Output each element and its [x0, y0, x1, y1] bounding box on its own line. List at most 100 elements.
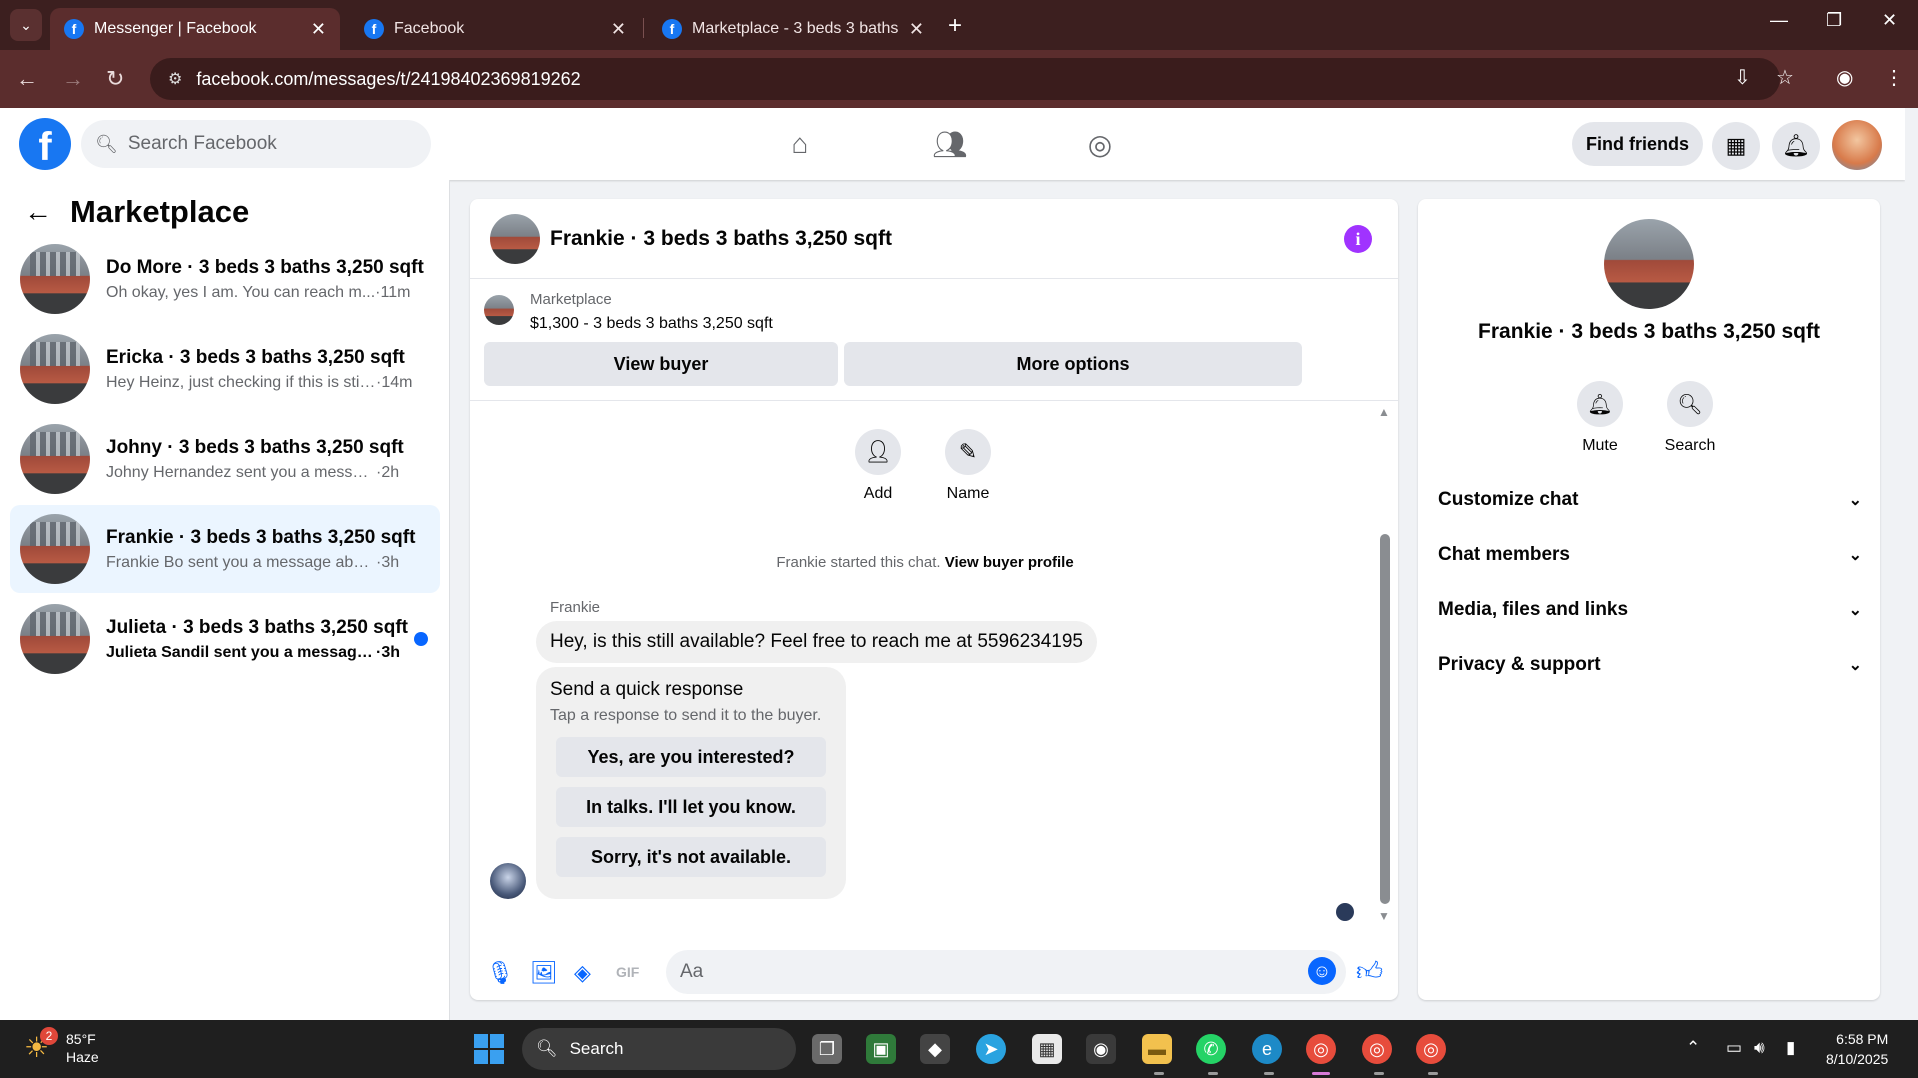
- microsoft-store-icon[interactable]: ▦: [1032, 1034, 1062, 1064]
- taskbar-search-label: Search: [569, 1039, 624, 1058]
- tab-messenger[interactable]: f Messenger | Facebook ✕: [50, 8, 340, 50]
- conversation-johny[interactable]: Johny · 3 beds 3 baths 3,250 sqft Johny …: [10, 415, 440, 503]
- browser-menu-icon[interactable]: ⋮: [1884, 65, 1904, 90]
- section-customize-chat[interactable]: Customize chat ⌄: [1438, 480, 1862, 520]
- new-tab-button[interactable]: +: [948, 12, 962, 40]
- sender-name: Frankie: [550, 599, 601, 616]
- tray-overflow-chevron-icon[interactable]: ⌃: [1686, 1038, 1700, 1058]
- tab-marketplace[interactable]: f Marketplace - 3 beds 3 baths 3, ✕: [648, 8, 938, 50]
- install-app-icon[interactable]: ⇩: [1734, 65, 1751, 90]
- scroll-up-arrow-icon[interactable]: ▲: [1378, 405, 1390, 419]
- minimize-icon[interactable]: —: [1770, 10, 1788, 31]
- conversation-do-more[interactable]: Do More · 3 beds 3 baths 3,250 sqft Oh o…: [10, 235, 440, 323]
- add-person-button[interactable]: 👤︎ Add: [848, 429, 908, 503]
- taskbar-search[interactable]: 🔍︎ Search: [522, 1028, 796, 1070]
- notifications-bell-icon[interactable]: 🔔︎: [1772, 122, 1820, 170]
- chrome-icon[interactable]: ◎: [1306, 1034, 1336, 1064]
- page-scrollbar[interactable]: [1905, 108, 1918, 1020]
- sticker-icon[interactable]: ◈: [574, 960, 591, 986]
- quick-response-yes[interactable]: Yes, are you interested?: [556, 737, 826, 777]
- details-title: Frankie · 3 beds 3 baths 3,250 sqft: [1478, 320, 1820, 343]
- facebook-logo-icon[interactable]: f: [19, 118, 71, 170]
- windows-start-icon[interactable]: [474, 1034, 504, 1064]
- find-friends-button[interactable]: Find friends: [1572, 122, 1703, 166]
- chat-avatar[interactable]: [490, 214, 540, 264]
- conversation-julieta[interactable]: Julieta · 3 beds 3 baths 3,250 sqft Juli…: [10, 595, 440, 683]
- gif-icon[interactable]: GIF: [616, 964, 639, 980]
- forward-icon[interactable]: →: [62, 66, 84, 92]
- bookmark-star-icon[interactable]: ☆: [1776, 65, 1794, 90]
- minecraft-app-icon[interactable]: ▣: [866, 1034, 896, 1064]
- message-input[interactable]: Aa: [666, 950, 1346, 994]
- facebook-search-input[interactable]: 🔍︎ Search Facebook: [81, 120, 431, 168]
- divider: [470, 400, 1398, 401]
- friends-icon[interactable]: 👥︎: [930, 124, 970, 164]
- file-explorer-icon[interactable]: ▬: [1142, 1034, 1172, 1064]
- chrome-profile-icon[interactable]: ◎: [1362, 1034, 1392, 1064]
- section-media-files-links[interactable]: Media, files and links ⌄: [1438, 590, 1862, 630]
- search-placeholder: Search Facebook: [127, 133, 277, 154]
- back-icon[interactable]: ←: [16, 66, 38, 92]
- chrome-profile-icon[interactable]: ◎: [1416, 1034, 1446, 1064]
- photo-icon[interactable]: 🖼︎: [530, 960, 558, 986]
- tab-search-button[interactable]: ⌄: [10, 9, 42, 41]
- facebook-favicon-icon: f: [662, 19, 682, 39]
- whatsapp-icon[interactable]: ✆: [1196, 1034, 1226, 1064]
- home-icon[interactable]: ⌂: [780, 124, 820, 164]
- more-options-button[interactable]: More options: [844, 342, 1302, 386]
- restore-icon[interactable]: ❐: [1826, 10, 1842, 31]
- listing-thumbnail: [20, 514, 90, 584]
- emoji-icon[interactable]: ☺: [1308, 957, 1336, 985]
- edge-browser-icon[interactable]: e: [1252, 1034, 1282, 1064]
- window-close-icon[interactable]: ✕: [1882, 10, 1897, 31]
- edit-name-button[interactable]: ✎ Name: [938, 429, 998, 503]
- reload-icon[interactable]: ↻: [106, 66, 124, 92]
- weather-temp: 85°F: [66, 1031, 96, 1047]
- microphone-icon[interactable]: 🎙︎: [486, 960, 514, 986]
- thumbs-up-icon[interactable]: 👍︎: [1356, 956, 1383, 987]
- volume-icon[interactable]: 🔊︎: [1754, 1038, 1765, 1058]
- sidebar-header: ← Marketplace: [24, 194, 249, 230]
- bell-icon: 🔔︎: [1577, 381, 1623, 427]
- back-arrow-icon[interactable]: ←: [24, 196, 52, 228]
- active-indicator: [1312, 1072, 1330, 1075]
- chat-title[interactable]: Frankie · 3 beds 3 baths 3,250 sqft: [550, 227, 892, 251]
- conversation-ericka[interactable]: Ericka · 3 beds 3 baths 3,250 sqft Hey H…: [10, 325, 440, 413]
- view-buyer-button[interactable]: View buyer: [484, 342, 838, 386]
- mute-button[interactable]: 🔔︎ Mute: [1560, 381, 1640, 455]
- menu-grid-icon[interactable]: ▦: [1712, 122, 1760, 170]
- profile-icon[interactable]: ◉: [1836, 65, 1853, 90]
- tab-facebook[interactable]: f Facebook ✕: [350, 8, 640, 50]
- close-tab-icon[interactable]: ✕: [909, 19, 924, 40]
- listing-thumbnail: [20, 244, 90, 314]
- quick-response-in-talks[interactable]: In talks. I'll let you know.: [556, 787, 826, 827]
- system-clock[interactable]: 6:58 PM 8/10/2025: [1826, 1029, 1888, 1069]
- view-buyer-profile-link[interactable]: View buyer profile: [945, 554, 1074, 571]
- scroll-down-arrow-icon[interactable]: ▼: [1378, 909, 1390, 923]
- game-app-icon[interactable]: ◆: [920, 1034, 950, 1064]
- weather-widget[interactable]: ☀ 2 85°F Haze: [24, 1027, 99, 1066]
- network-icon[interactable]: ▭: [1726, 1038, 1742, 1058]
- battery-icon[interactable]: ▮: [1786, 1038, 1795, 1058]
- quick-response-subheading: Tap a response to send it to the buyer.: [550, 707, 822, 724]
- info-icon[interactable]: i: [1344, 225, 1372, 253]
- close-tab-icon[interactable]: ✕: [611, 19, 626, 40]
- quick-response-not-available[interactable]: Sorry, it's not available.: [556, 837, 826, 877]
- close-tab-icon[interactable]: ✕: [311, 19, 326, 40]
- address-bar[interactable]: ⚙ facebook.com/messages/t/24198402369819…: [150, 58, 1780, 100]
- section-chat-members[interactable]: Chat members ⌄: [1438, 535, 1862, 575]
- account-avatar[interactable]: [1832, 120, 1882, 170]
- chat-scrollbar[interactable]: [1380, 534, 1390, 904]
- section-privacy-support[interactable]: Privacy & support ⌄: [1438, 645, 1862, 685]
- quick-response-card: Send a quick response Tap a response to …: [536, 667, 846, 899]
- message-bubble[interactable]: Hey, is this still available? Feel free …: [536, 621, 1098, 663]
- conversation-name: Julieta · 3 beds 3 baths 3,250 sqft: [106, 616, 408, 638]
- telegram-icon[interactable]: ➤: [976, 1034, 1006, 1064]
- section-label: Customize chat: [1438, 489, 1579, 510]
- site-info-icon[interactable]: ⚙: [168, 69, 182, 89]
- conversation-frankie[interactable]: Frankie · 3 beds 3 baths 3,250 sqft Fran…: [10, 505, 440, 593]
- task-view-icon[interactable]: ❐: [812, 1034, 842, 1064]
- media-player-icon[interactable]: ◉: [1086, 1034, 1116, 1064]
- search-in-conversation-button[interactable]: 🔍︎ Search: [1650, 381, 1730, 455]
- groups-icon[interactable]: ◎: [1080, 124, 1120, 164]
